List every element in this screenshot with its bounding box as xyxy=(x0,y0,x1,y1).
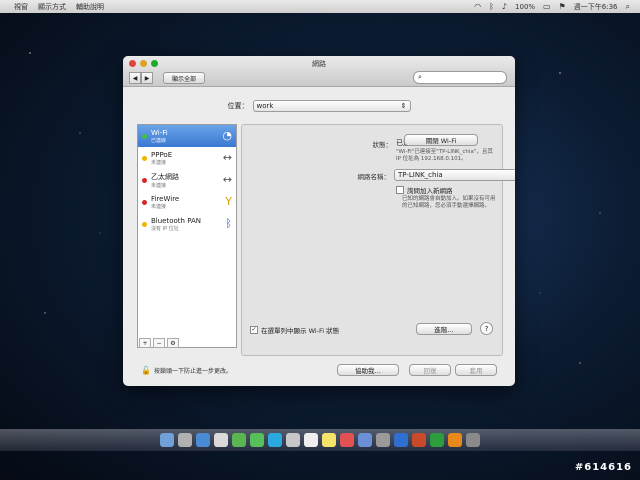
network-name-value: TP-LINK_chia xyxy=(398,171,443,179)
vlc-icon[interactable] xyxy=(448,433,462,447)
battery-level[interactable]: 100% xyxy=(515,3,535,11)
bluetooth-icon: ᛒ xyxy=(225,217,232,230)
lock-icon[interactable]: 🔓 xyxy=(141,366,151,375)
remove-service-button[interactable]: − xyxy=(153,338,165,348)
service-status: 未連接 xyxy=(151,159,167,166)
arrows-icon: ↔ xyxy=(222,151,232,164)
skype-icon[interactable] xyxy=(268,433,282,447)
battery-icon: ▭ xyxy=(543,2,551,11)
nav-buttons: ◀ ▶ xyxy=(129,72,153,84)
facetime-icon[interactable] xyxy=(232,433,246,447)
ask-join-checkbox[interactable] xyxy=(396,186,404,194)
status-dot-red xyxy=(142,199,147,205)
service-status: 未連接 xyxy=(151,182,167,189)
window-title: 網路 xyxy=(312,60,326,68)
location-select[interactable]: work ⇕ xyxy=(252,100,411,112)
lock-row: 🔓 按鎖頭一下防止進一步更改。 xyxy=(141,366,232,375)
volume-icon[interactable]: ♪ xyxy=(502,2,507,11)
service-list-toolbar: + − ⚙ xyxy=(137,338,237,348)
status-description: "Wi-Fi"已連接至"TP-LINK_chia"，且其 IP 位址為 192.… xyxy=(396,149,493,162)
service-status: 未連接 xyxy=(151,203,167,210)
assist-me-button[interactable]: 協助我… xyxy=(337,364,399,376)
trash-icon[interactable] xyxy=(466,433,480,447)
search-field[interactable]: ⌕ xyxy=(413,71,507,84)
lock-text: 按鎖頭一下防止進一步更改。 xyxy=(153,368,232,375)
contacts-icon[interactable] xyxy=(286,433,300,447)
safari-icon[interactable] xyxy=(196,433,210,447)
bluetooth-status-icon[interactable]: ᛒ xyxy=(489,2,494,11)
powerpoint-icon[interactable] xyxy=(412,433,426,447)
itunes-icon[interactable] xyxy=(358,433,372,447)
show-menu-row: ✓ 在選單列中顯示 Wi-Fi 狀態 xyxy=(250,325,339,335)
forward-button[interactable]: ▶ xyxy=(141,72,153,84)
excel-icon[interactable] xyxy=(430,433,444,447)
word-icon[interactable] xyxy=(394,433,408,447)
service-item-wifi[interactable]: Wi-Fi 已連線 ◔ xyxy=(138,125,236,147)
ask-join-description: 已知的網路會自動加入。如果沒有可用的已知網路，您必須手動選擇網路。 xyxy=(402,196,496,209)
photo-booth-icon[interactable] xyxy=(340,433,354,447)
revert-button[interactable]: 回復 xyxy=(409,364,451,376)
menu-item-help[interactable]: 輔助說明 xyxy=(76,2,104,12)
dock xyxy=(0,429,640,451)
turn-off-wifi-button[interactable]: 關閉 Wi-Fi xyxy=(404,134,478,146)
menu-item-window[interactable]: 視窗 xyxy=(14,2,28,12)
status-dot-green xyxy=(142,133,147,139)
back-button[interactable]: ◀ xyxy=(129,72,141,84)
notes-icon[interactable] xyxy=(322,433,336,447)
watermark: #614616 xyxy=(574,462,632,473)
service-list: Wi-Fi 已連線 ◔ PPPoE 未連接 ↔ 乙太網路 未連接 ↔ FireW… xyxy=(137,124,237,348)
status-dot-yellow xyxy=(142,221,147,227)
service-item-ethernet[interactable]: 乙太網路 未連接 ↔ xyxy=(138,169,236,191)
menu-bar: 視窗 顯示方式 輔助說明 ◠ ᛒ ♪ 100% ▭ ⚑ 週一下午6:36 ⌕ xyxy=(0,0,640,13)
apply-button[interactable]: 套用 xyxy=(455,364,497,376)
messages-icon[interactable] xyxy=(250,433,264,447)
show-all-button[interactable]: 顯示全部 xyxy=(163,72,205,84)
service-item-pppoe[interactable]: PPPoE 未連接 ↔ xyxy=(138,147,236,169)
service-item-firewire[interactable]: FireWire 未連接 Y xyxy=(138,191,236,213)
service-name: Wi-Fi xyxy=(151,128,168,137)
wifi-status-icon[interactable]: ◠ xyxy=(474,2,481,11)
status-dot-yellow xyxy=(142,155,147,161)
location-row: 位置： work ⇕ xyxy=(123,100,515,112)
status-dot-red xyxy=(142,177,147,183)
calendar-icon[interactable] xyxy=(304,433,318,447)
gear-icon[interactable]: ⚙ xyxy=(167,338,179,348)
firewire-icon: Y xyxy=(225,195,232,208)
footer: 🔓 按鎖頭一下防止進一步更改。 協助我… 回復 套用 xyxy=(123,356,515,386)
service-status: 沒有 IP 位址 xyxy=(151,225,179,232)
spotlight-icon[interactable]: ⌕ xyxy=(626,2,630,12)
show-menu-label: 在選單列中顯示 Wi-Fi 狀態 xyxy=(261,327,340,335)
status-label: 狀態： xyxy=(372,141,393,149)
service-name: Bluetooth PAN xyxy=(151,216,202,225)
menu-item-view[interactable]: 顯示方式 xyxy=(38,2,66,12)
location-label: 位置： xyxy=(227,102,249,110)
finder-icon[interactable] xyxy=(160,433,174,447)
service-item-bluetooth-pan[interactable]: Bluetooth PAN 沒有 IP 位址 ᛒ xyxy=(138,213,236,235)
mail-icon[interactable] xyxy=(214,433,228,447)
network-name-label: 網路名稱： xyxy=(357,173,391,181)
flag-icon[interactable]: ⚑ xyxy=(559,2,566,11)
service-name: PPPoE xyxy=(151,150,173,159)
advanced-button[interactable]: 進階… xyxy=(416,323,472,335)
location-value: work xyxy=(256,102,274,110)
wifi-detail-panel: 狀態： 已連線 關閉 Wi-Fi "Wi-Fi"已連接至"TP-LINK_chi… xyxy=(241,124,515,356)
ask-join-label: 詢問加入新網路 xyxy=(407,187,453,195)
service-name: 乙太網路 xyxy=(151,172,179,181)
service-name: FireWire xyxy=(151,194,180,203)
arrows-icon: ↔ xyxy=(222,173,232,186)
ask-join-row: 詢問加入新網路 xyxy=(396,185,453,195)
title-bar: 網路 ◀ ▶ 顯示全部 ⌕ xyxy=(123,56,515,87)
show-menu-checkbox[interactable]: ✓ xyxy=(250,326,258,334)
launchpad-icon[interactable] xyxy=(178,433,192,447)
chevron-updown-icon: ⇕ xyxy=(400,102,407,110)
help-button[interactable]: ? xyxy=(480,322,493,335)
network-name-select[interactable]: TP-LINK_chia ⇕ xyxy=(394,169,515,181)
clock[interactable]: 週一下午6:36 xyxy=(574,2,618,12)
network-preferences-window: 網路 ◀ ▶ 顯示全部 ⌕ 位置： work ⇕ Wi-Fi 已連線 ◔ PPP… xyxy=(123,56,515,386)
add-service-button[interactable]: + xyxy=(139,338,151,348)
wifi-icon: ◔ xyxy=(222,129,232,142)
search-input[interactable] xyxy=(421,73,496,82)
service-status: 已連線 xyxy=(151,137,167,144)
preferences-icon[interactable] xyxy=(376,433,390,447)
